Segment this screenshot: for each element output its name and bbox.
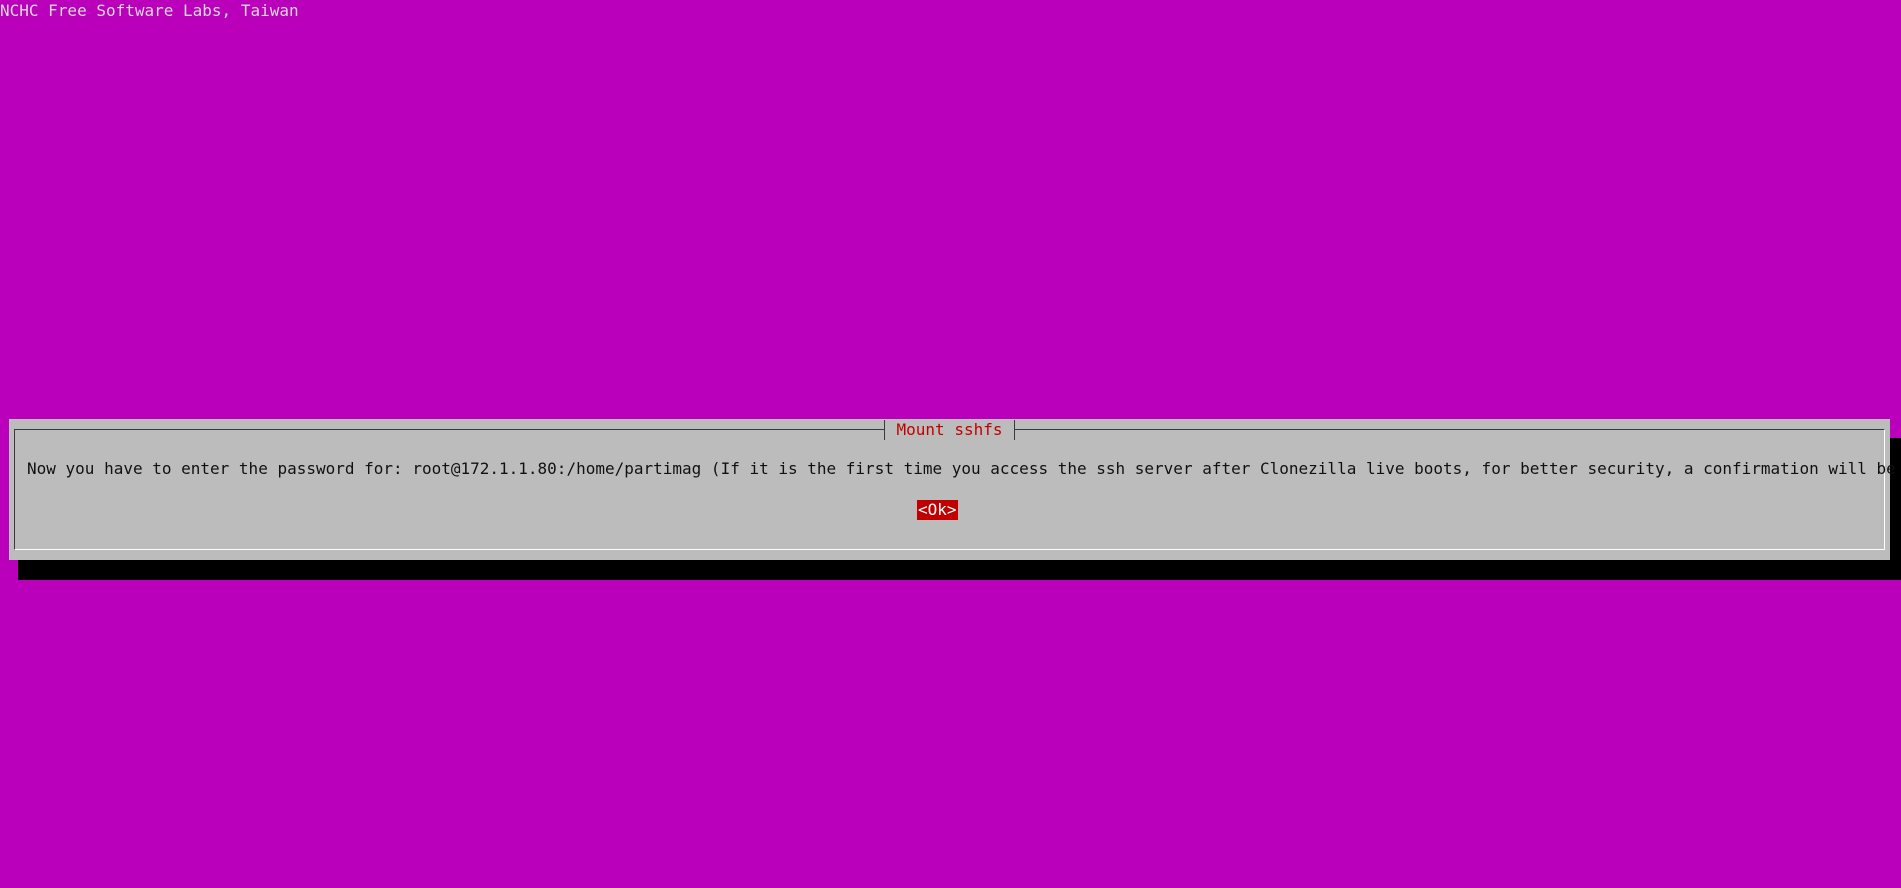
mount-sshfs-dialog: Mount sshfs Now you have to enter the pa… xyxy=(9,419,1896,560)
backtitle: NCHC Free Software Labs, Taiwan xyxy=(0,1,299,20)
terminal-screen: NCHC Free Software Labs, Taiwan Mount ss… xyxy=(0,0,1901,888)
dialog-message: Now you have to enter the password for: … xyxy=(27,459,1901,478)
dialog-frame: Mount sshfs xyxy=(14,420,1885,550)
dialog-title: Mount sshfs xyxy=(883,420,1016,440)
ok-button[interactable]: <Ok> xyxy=(917,500,958,520)
